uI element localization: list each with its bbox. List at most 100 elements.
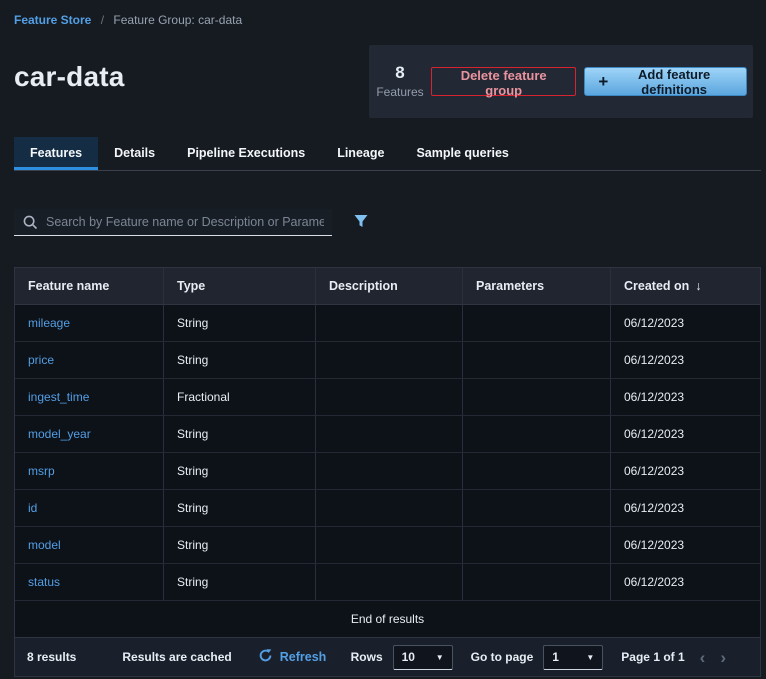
tab-lineage[interactable]: Lineage	[321, 137, 400, 170]
table-row: msrp String 06/12/2023	[15, 453, 760, 490]
cache-status: Results are cached	[122, 650, 232, 664]
description-cell	[316, 453, 463, 489]
feature-link[interactable]: mileage	[28, 316, 70, 330]
type-cell: String	[164, 527, 316, 563]
feature-name-cell: price	[15, 342, 164, 378]
parameters-cell	[463, 527, 611, 563]
description-cell	[316, 416, 463, 452]
chevron-right-icon: ›	[720, 647, 726, 667]
breadcrumb-current: Feature Group: car-data	[113, 13, 243, 27]
type-cell: Fractional	[164, 379, 316, 415]
feature-name-cell: model_year	[15, 416, 164, 452]
features-count-value: 8	[395, 63, 405, 82]
features-table: Feature name Type Description Parameters…	[14, 267, 761, 677]
search-input[interactable]	[14, 209, 332, 236]
parameters-cell	[463, 379, 611, 415]
page-title: car-data	[14, 61, 125, 92]
filter-icon[interactable]	[351, 211, 371, 234]
description-cell	[316, 305, 463, 341]
feature-store-page: { "breadcrumb": { "link": "Feature Store…	[0, 0, 766, 679]
page-status: Page 1 of 1	[621, 650, 685, 664]
created-on-cell: 06/12/2023	[624, 575, 685, 589]
feature-link[interactable]: id	[28, 501, 37, 515]
plus-icon: +	[598, 72, 609, 91]
feature-link[interactable]: model_year	[28, 427, 91, 441]
search-icon	[23, 215, 38, 233]
description-cell	[316, 564, 463, 600]
rows-per-page-value: 10	[401, 650, 415, 664]
table-header-row: Feature name Type Description Parameters…	[15, 268, 760, 305]
created-on-cell: 06/12/2023	[624, 316, 685, 330]
refresh-icon	[258, 648, 273, 666]
type-cell: String	[164, 342, 316, 378]
sort-descending-icon: ↓	[695, 279, 702, 293]
refresh-button[interactable]: Refresh	[258, 648, 327, 666]
feature-link[interactable]: status	[28, 575, 60, 589]
rows-per-page-select[interactable]: 10 ▼	[392, 644, 453, 670]
breadcrumb-link-feature-store[interactable]: Feature Store	[14, 13, 91, 27]
type-cell: String	[164, 564, 316, 600]
breadcrumb: Feature Store / Feature Group: car-data	[0, 0, 766, 27]
feature-name-cell: status	[15, 564, 164, 600]
previous-page-button[interactable]: ‹	[700, 649, 706, 666]
type-cell: String	[164, 305, 316, 341]
tab-features[interactable]: Features	[14, 137, 99, 170]
feature-link[interactable]: price	[28, 353, 54, 367]
type-cell: String	[164, 490, 316, 526]
column-header-feature-name[interactable]: Feature name	[15, 268, 164, 304]
results-count: 8 results	[27, 650, 77, 664]
rows-per-page-label: Rows	[350, 650, 383, 664]
table-row: price String 06/12/2023	[15, 342, 760, 379]
feature-link[interactable]: model	[28, 538, 61, 552]
add-button-label: Add feature definitions	[638, 66, 711, 97]
features-count-label: Features	[376, 85, 424, 99]
breadcrumb-separator: /	[100, 13, 105, 27]
caret-down-icon: ▼	[586, 652, 595, 662]
features-count-stat: 8 Features	[369, 63, 431, 100]
parameters-cell	[463, 490, 611, 526]
header-actions-panel: 8 Features Delete feature group + Add fe…	[369, 45, 753, 118]
type-cell: String	[164, 416, 316, 452]
parameters-cell	[463, 416, 611, 452]
parameters-cell	[463, 564, 611, 600]
goto-page-label: Go to page	[470, 650, 534, 664]
feature-link[interactable]: msrp	[28, 464, 55, 478]
refresh-label: Refresh	[279, 650, 327, 664]
add-feature-definitions-button[interactable]: + Add feature definitions	[584, 66, 747, 97]
page-header: car-data 8 Features Delete feature group…	[0, 45, 766, 118]
column-header-parameters[interactable]: Parameters	[463, 268, 611, 304]
column-header-type[interactable]: Type	[164, 268, 316, 304]
page-select[interactable]: 1 ▼	[543, 644, 604, 670]
chevron-left-icon: ‹	[699, 647, 706, 667]
created-on-cell: 06/12/2023	[624, 501, 685, 515]
search-row	[14, 209, 752, 236]
parameters-cell	[463, 453, 611, 489]
description-cell	[316, 527, 463, 563]
created-on-label: Created on	[624, 279, 690, 293]
table-row: model String 06/12/2023	[15, 527, 760, 564]
next-page-button[interactable]: ›	[720, 649, 726, 666]
column-header-description[interactable]: Description	[316, 268, 463, 304]
search-input-wrapper	[14, 209, 332, 236]
end-of-results: End of results	[350, 612, 425, 626]
tab-sample-queries[interactable]: Sample queries	[400, 137, 524, 170]
feature-name-cell: msrp	[15, 453, 164, 489]
tab-pipeline-executions[interactable]: Pipeline Executions	[171, 137, 321, 170]
tab-details[interactable]: Details	[98, 137, 171, 170]
description-cell	[316, 490, 463, 526]
feature-link[interactable]: ingest_time	[28, 390, 89, 404]
created-on-cell: 06/12/2023	[624, 427, 685, 441]
created-on-cell: 06/12/2023	[624, 353, 685, 367]
table-row: id String 06/12/2023	[15, 490, 760, 527]
caret-down-icon: ▼	[435, 652, 444, 662]
column-header-created-on[interactable]: Created on ↓	[611, 268, 760, 304]
table-row: model_year String 06/12/2023	[15, 416, 760, 453]
feature-name-cell: model	[15, 527, 164, 563]
delete-feature-group-button[interactable]: Delete feature group	[431, 67, 577, 98]
tab-bar: Features Details Pipeline Executions Lin…	[14, 137, 761, 171]
created-on-cell: 06/12/2023	[624, 464, 685, 478]
feature-name-cell: id	[15, 490, 164, 526]
parameters-cell	[463, 305, 611, 341]
current-page-value: 1	[552, 650, 559, 664]
table-row: mileage String 06/12/2023	[15, 305, 760, 342]
